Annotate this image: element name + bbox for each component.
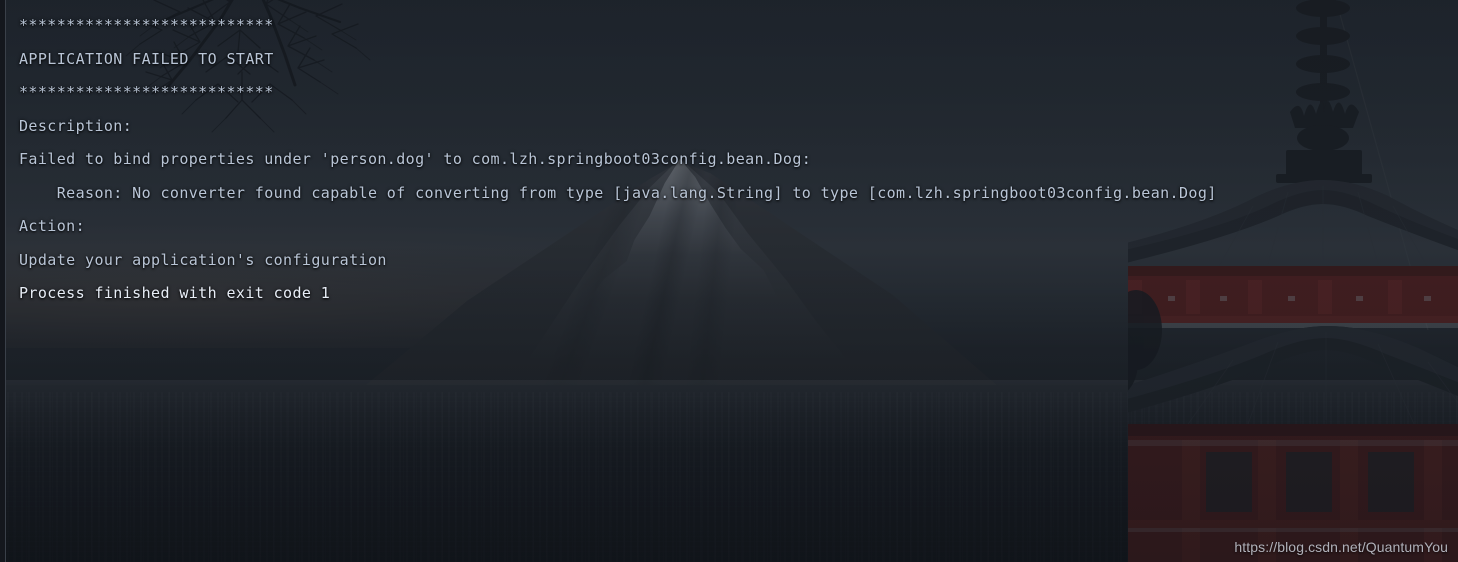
console-line: APPLICATION FAILED TO START bbox=[19, 49, 274, 68]
console-line: Failed to bind properties under 'person.… bbox=[19, 150, 812, 168]
console-screen: *************************** APPLICATION … bbox=[0, 0, 1458, 562]
console-exit-status: Process finished with exit code 1 bbox=[19, 284, 331, 302]
console-line: Reason: No converter found capable of co… bbox=[19, 183, 1217, 202]
console-line: *************************** bbox=[19, 16, 274, 34]
console-line: Update your application's configuration bbox=[19, 250, 387, 269]
console-line: Action: bbox=[19, 217, 86, 235]
console-line: *************************** bbox=[19, 83, 274, 101]
watermark-url: https://blog.csdn.net/QuantumYou bbox=[1234, 539, 1448, 555]
console-line: Description: bbox=[19, 116, 133, 135]
console-output[interactable]: *************************** APPLICATION … bbox=[0, 0, 1458, 562]
